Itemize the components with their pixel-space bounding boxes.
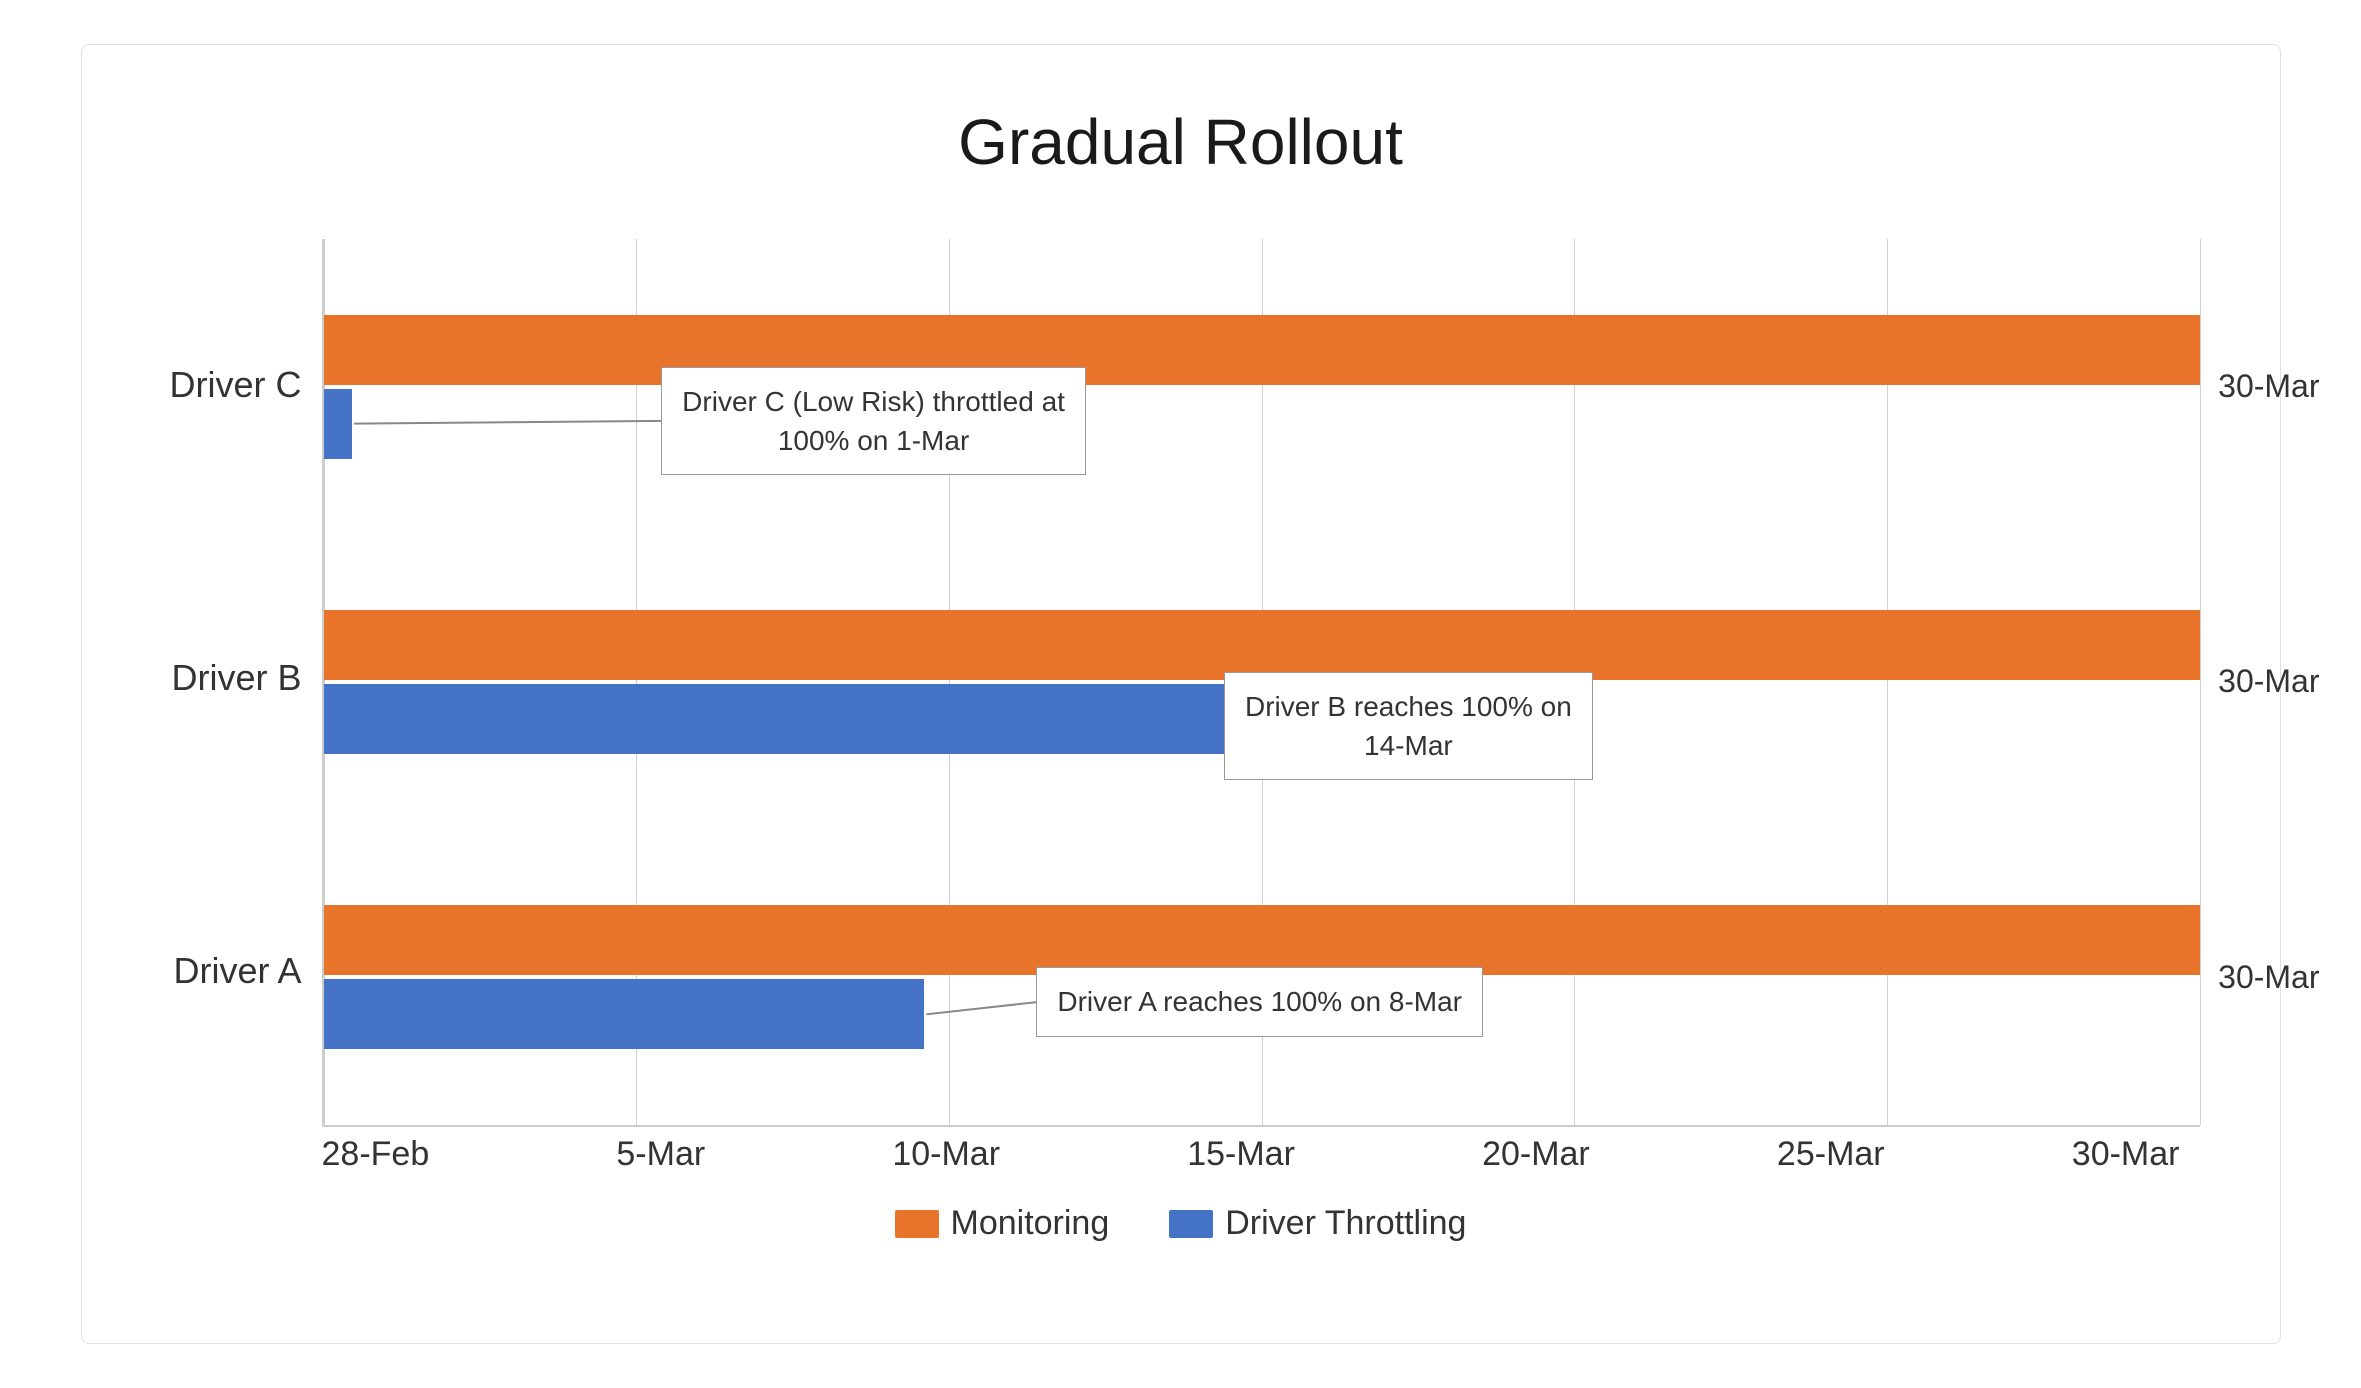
bar-orange-b	[324, 610, 2200, 680]
bar-row-driver-c: 30-Mar Driver C (Low Risk) throttled at …	[324, 287, 2200, 487]
chart-area: Driver C Driver B Driver A	[162, 239, 2200, 1243]
x-label-6: 30-Mar	[2072, 1135, 2180, 1174]
legend-swatch-throttling	[1169, 1210, 1213, 1238]
bar-row-driver-a: 30-Mar Driver A reaches 100% on 8-Mar	[324, 877, 2200, 1077]
callout-c-line2: 100% on 1-Mar	[778, 425, 969, 456]
bars-area: 30-Mar Driver C (Low Risk) throttled at …	[322, 239, 2200, 1127]
legend-item-throttling: Driver Throttling	[1169, 1204, 1466, 1243]
right-label-c: 30-Mar	[2218, 368, 2319, 405]
y-axis-labels: Driver C Driver B Driver A	[162, 239, 322, 1127]
x-label-1: 5-Mar	[616, 1135, 705, 1174]
x-label-4: 20-Mar	[1482, 1135, 1590, 1174]
x-label-5: 25-Mar	[1777, 1135, 1885, 1174]
legend-label-monitoring: Monitoring	[951, 1204, 1110, 1243]
callout-a-line1: Driver A reaches 100% on 8-Mar	[1057, 986, 1462, 1017]
callout-b-line2: 14-Mar	[1364, 730, 1453, 761]
chart-body: Driver C Driver B Driver A	[162, 239, 2200, 1127]
legend-swatch-monitoring	[895, 1210, 939, 1238]
legend-label-throttling: Driver Throttling	[1225, 1204, 1466, 1243]
bar-blue-a	[324, 979, 924, 1049]
callout-a: Driver A reaches 100% on 8-Mar	[1036, 967, 1483, 1036]
x-label-2: 10-Mar	[892, 1135, 1000, 1174]
x-label-0: 28-Feb	[322, 1135, 430, 1174]
legend: Monitoring Driver Throttling	[162, 1204, 2200, 1243]
callout-c-line1: Driver C (Low Risk) throttled at	[682, 386, 1065, 417]
grid-line-6	[2200, 239, 2201, 1125]
bar-blue-c	[324, 389, 352, 459]
chart-title: Gradual Rollout	[162, 105, 2200, 179]
bar-group-c	[324, 287, 2200, 487]
bar-orange-a	[324, 905, 2200, 975]
bar-blue-b	[324, 684, 1224, 754]
right-label-a: 30-Mar	[2218, 959, 2319, 996]
y-label-c: Driver C	[162, 364, 302, 406]
legend-item-monitoring: Monitoring	[895, 1204, 1110, 1243]
callout-c: Driver C (Low Risk) throttled at 100% on…	[661, 367, 1086, 475]
callout-b: Driver B reaches 100% on 14-Mar	[1224, 672, 1593, 780]
x-axis: 28-Feb 5-Mar 10-Mar 15-Mar 20-Mar 25-Mar…	[322, 1135, 2200, 1174]
chart-container: Gradual Rollout Driver C Driver B Driver…	[81, 44, 2281, 1344]
callout-b-line1: Driver B reaches 100% on	[1245, 691, 1572, 722]
bar-row-driver-b: 30-Mar Driver B reaches 100% on 14-Mar	[324, 582, 2200, 782]
y-label-b: Driver B	[162, 657, 302, 699]
x-label-3: 15-Mar	[1187, 1135, 1295, 1174]
bar-orange-c	[324, 315, 2200, 385]
y-label-a: Driver A	[162, 950, 302, 992]
right-label-b: 30-Mar	[2218, 663, 2319, 700]
